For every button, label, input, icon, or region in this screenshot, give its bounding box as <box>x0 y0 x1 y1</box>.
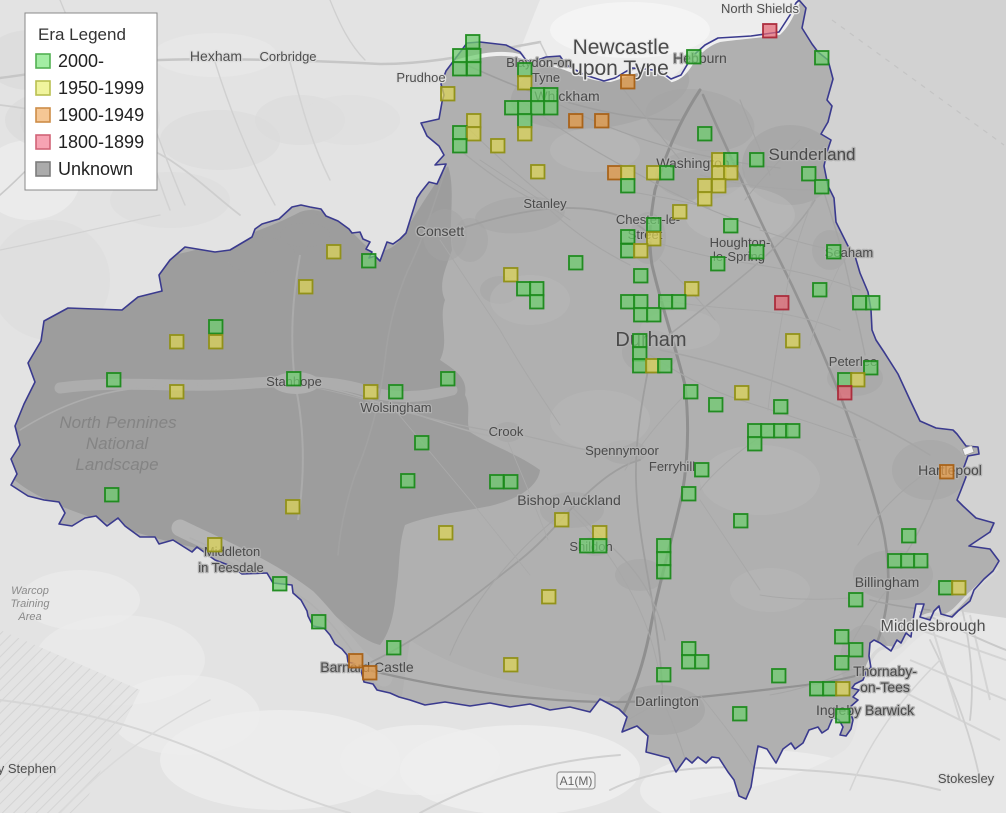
svg-text:1800-1899: 1800-1899 <box>58 132 144 152</box>
svg-text:Middlesbrough: Middlesbrough <box>881 618 986 635</box>
svg-text:in Teesdale: in Teesdale <box>198 560 264 575</box>
svg-text:Spennymoor: Spennymoor <box>585 443 659 458</box>
svg-text:Ferryhill: Ferryhill <box>649 459 695 474</box>
svg-text:Era Legend: Era Legend <box>38 25 126 44</box>
svg-text:Corbridge: Corbridge <box>259 49 316 64</box>
svg-text:Unknown: Unknown <box>58 159 133 179</box>
svg-text:Sunderland: Sunderland <box>769 145 856 164</box>
svg-text:Crook: Crook <box>489 424 524 439</box>
svg-text:Training: Training <box>11 598 51 610</box>
svg-text:Consett: Consett <box>416 223 464 239</box>
svg-text:upon Tyne: upon Tyne <box>571 57 669 80</box>
svg-text:Landscape: Landscape <box>75 455 158 474</box>
svg-text:Stokesley: Stokesley <box>938 771 995 786</box>
svg-text:Wolsingham: Wolsingham <box>360 400 431 415</box>
svg-text:Durham: Durham <box>615 329 686 351</box>
svg-text:Area: Area <box>17 611 41 623</box>
svg-text:North Pennines: North Pennines <box>59 413 177 432</box>
svg-text:Ingleby Barwick: Ingleby Barwick <box>816 702 915 718</box>
svg-text:Newcastle: Newcastle <box>573 36 670 59</box>
svg-text:1950-1999: 1950-1999 <box>58 78 144 98</box>
svg-text:1900-1949: 1900-1949 <box>58 105 144 125</box>
svg-text:Billingham: Billingham <box>855 574 920 590</box>
svg-text:North Shields: North Shields <box>721 1 800 16</box>
svg-text:National: National <box>86 434 150 453</box>
svg-text:Bishop Auckland: Bishop Auckland <box>517 492 621 508</box>
svg-text:A1(M): A1(M) <box>560 774 593 788</box>
svg-text:Tyne: Tyne <box>532 70 560 85</box>
svg-text:Prudhoe: Prudhoe <box>396 70 445 85</box>
svg-text:Hexham: Hexham <box>190 48 242 64</box>
svg-text:on-Tees: on-Tees <box>860 679 910 695</box>
svg-text:Warcop: Warcop <box>11 585 49 597</box>
svg-text:Stanley: Stanley <box>523 196 567 211</box>
svg-text:Thornaby-: Thornaby- <box>853 663 917 679</box>
svg-text:2000-: 2000- <box>58 51 104 71</box>
svg-text:y Stephen: y Stephen <box>0 761 56 776</box>
svg-text:Blaydon-on: Blaydon-on <box>506 55 572 70</box>
svg-text:Darlington: Darlington <box>635 693 699 709</box>
